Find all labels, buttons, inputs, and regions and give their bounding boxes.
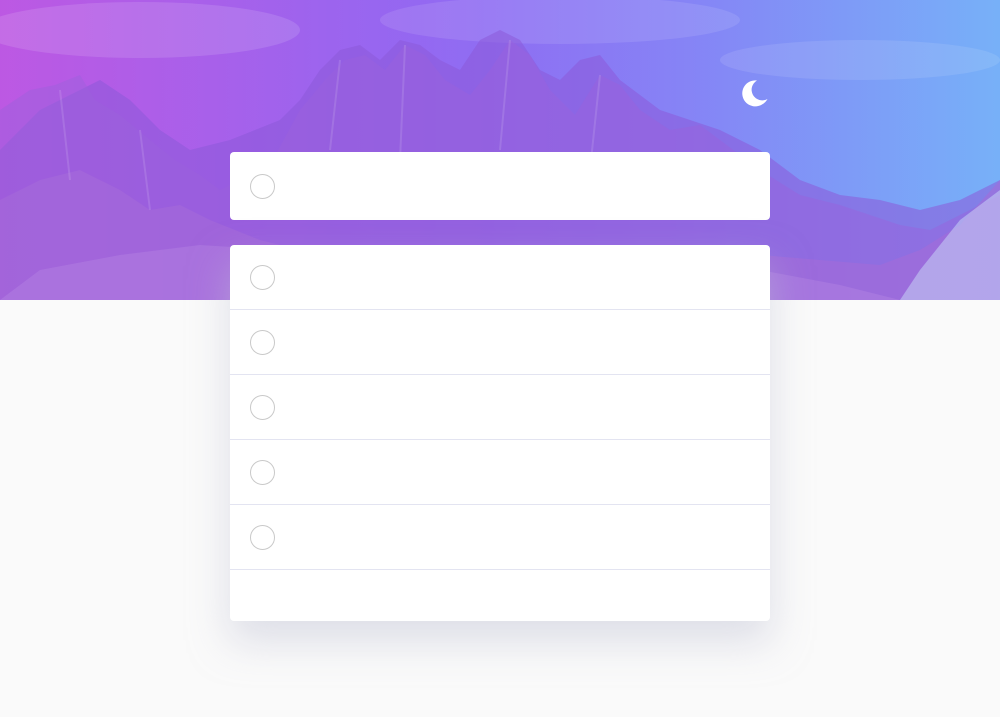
moon-icon [742,80,768,107]
todo-item[interactable] [230,310,770,375]
theme-toggle-button[interactable] [740,77,772,109]
todo-check-circle[interactable] [250,329,275,355]
new-todo-check-circle[interactable] [250,173,275,199]
new-todo-input[interactable] [295,166,765,206]
todo-item[interactable] [230,440,770,505]
todo-list-footer [230,570,770,621]
todo-item[interactable] [230,375,770,440]
todo-list [230,245,770,621]
todo-item[interactable] [230,505,770,570]
todo-check-circle[interactable] [250,394,275,420]
todo-check-circle[interactable] [250,459,275,485]
new-todo-card [230,152,770,220]
todo-check-circle[interactable] [250,524,275,550]
todo-item[interactable] [230,245,770,310]
todo-check-circle[interactable] [250,264,275,290]
